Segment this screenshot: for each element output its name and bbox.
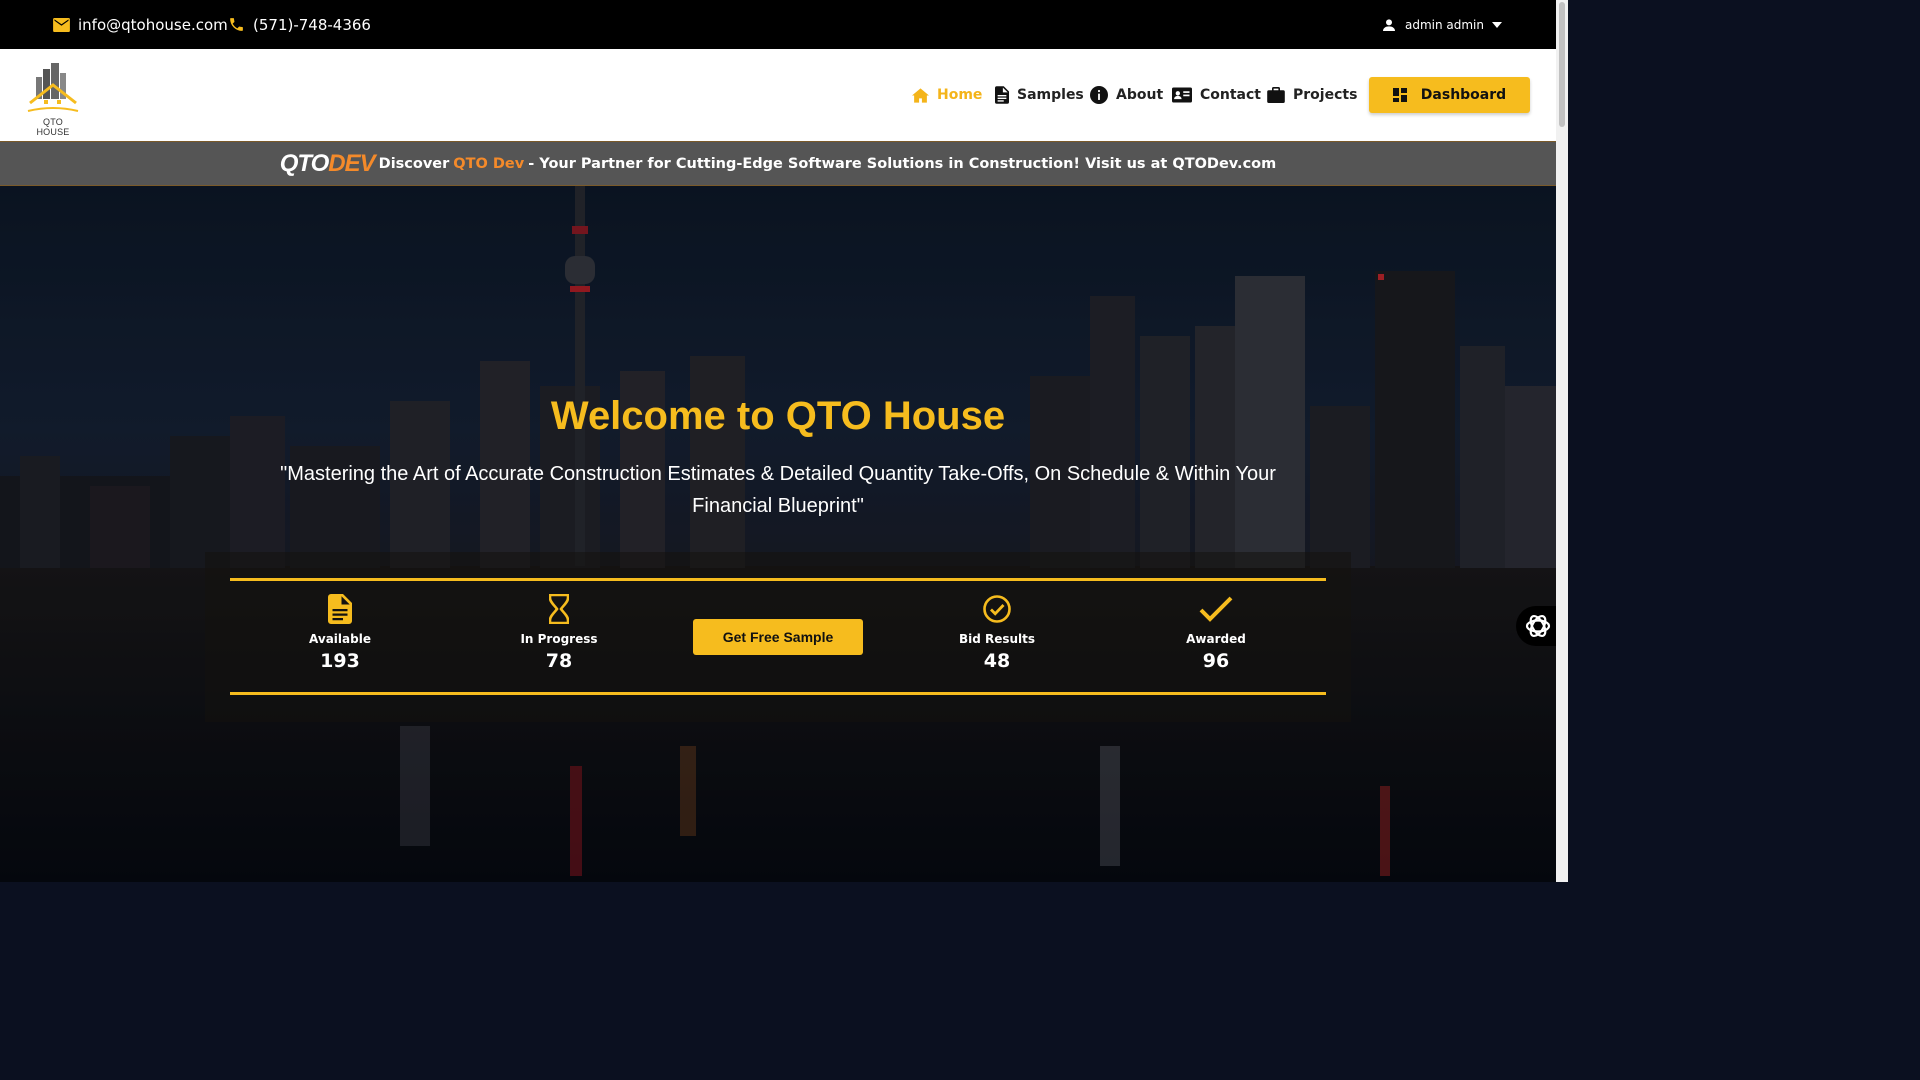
qtodev-logo: QTODEV <box>279 149 376 178</box>
hero-section: Welcome to QTO House "Mastering the Art … <box>0 186 1556 882</box>
stats-divider-top <box>230 578 1326 581</box>
document-icon <box>995 86 1009 104</box>
nav-projects-label: Projects <box>1293 87 1358 103</box>
stat-awarded-value: 96 <box>1202 650 1230 672</box>
home-icon <box>912 87 929 103</box>
nav-contact-label: Contact <box>1200 87 1261 103</box>
logo-building-icon <box>27 63 79 112</box>
qtodev-logo-dev: DEV <box>328 149 375 177</box>
document-icon <box>328 594 352 624</box>
stat-bid-results-value: 48 <box>983 650 1011 672</box>
hero-overlay <box>0 186 1556 882</box>
stat-in-progress-value: 78 <box>545 650 573 672</box>
banner-prefix: Discover <box>378 155 450 172</box>
nav-contact[interactable]: Contact <box>1172 49 1261 141</box>
stat-awarded[interactable]: Awarded 96 <box>1156 594 1276 672</box>
caret-down-icon <box>1492 21 1502 28</box>
chat-widget-button[interactable] <box>1516 606 1556 646</box>
page-scrollbar[interactable] <box>1556 0 1568 882</box>
nav-samples-label: Samples <box>1017 87 1084 103</box>
nav-home-label: Home <box>937 87 983 103</box>
top-contact-bar: info@qtohouse.com (571)-748-4366 admin a… <box>0 0 1556 49</box>
email-link[interactable]: info@qtohouse.com <box>53 0 228 49</box>
hero-title: Welcome to QTO House <box>550 394 1006 438</box>
qto-house-logo[interactable]: QTO HOUSE <box>26 59 80 137</box>
dashboard-button[interactable]: Dashboard <box>1369 77 1530 113</box>
stat-awarded-label: Awarded <box>1186 632 1246 646</box>
nav-about-label: About <box>1116 87 1164 103</box>
nav-home[interactable]: Home <box>912 49 982 141</box>
openai-icon <box>1525 614 1551 638</box>
qtodev-promo-banner[interactable]: QTODEV Discover QTO Dev - Your Partner f… <box>0 141 1556 186</box>
qtodev-logo-qto: QTO <box>279 149 330 177</box>
contact-card-icon <box>1172 87 1192 103</box>
stat-bid-results[interactable]: Bid Results 48 <box>937 594 1057 672</box>
phone-icon <box>230 18 243 31</box>
get-free-sample-button[interactable]: Get Free Sample <box>693 619 863 655</box>
phone-text: (571)-748-4366 <box>253 15 371 34</box>
checkmark-icon <box>1199 596 1233 622</box>
email-text: info@qtohouse.com <box>78 15 228 34</box>
stat-in-progress[interactable]: In Progress 78 <box>499 594 619 672</box>
nav-about[interactable]: About <box>1090 49 1163 141</box>
check-circle-icon <box>983 595 1011 623</box>
stat-available-value: 193 <box>320 650 360 672</box>
hourglass-icon <box>549 594 569 624</box>
mail-icon <box>53 17 70 32</box>
dashboard-icon <box>1392 88 1407 102</box>
stats-divider-bottom <box>230 692 1326 695</box>
nav-samples[interactable]: Samples <box>995 49 1084 141</box>
stat-available-label: Available <box>309 632 371 646</box>
banner-text: - Your Partner for Cutting-Edge Software… <box>528 155 1277 172</box>
user-menu[interactable]: admin admin <box>1381 0 1502 49</box>
user-icon <box>1382 18 1395 31</box>
stat-in-progress-label: In Progress <box>520 632 598 646</box>
dashboard-label: Dashboard <box>1420 87 1507 103</box>
info-icon <box>1090 86 1108 104</box>
user-name: admin admin <box>1404 17 1484 32</box>
banner-highlight: QTO Dev <box>453 155 525 172</box>
stat-bid-results-label: Bid Results <box>958 632 1036 646</box>
logo-text: QTO HOUSE <box>36 117 70 137</box>
main-navbar: QTO HOUSE Home Samples About Contact Pro… <box>0 49 1556 141</box>
nav-projects[interactable]: Projects <box>1267 49 1357 141</box>
stat-available[interactable]: Available 193 <box>280 594 400 672</box>
hero-subtitle: "Mastering the Art of Accurate Construct… <box>280 463 1276 517</box>
briefcase-icon <box>1267 87 1285 103</box>
phone-link[interactable]: (571)-748-4366 <box>228 0 371 49</box>
scrollbar-thumb[interactable] <box>1559 2 1565 127</box>
